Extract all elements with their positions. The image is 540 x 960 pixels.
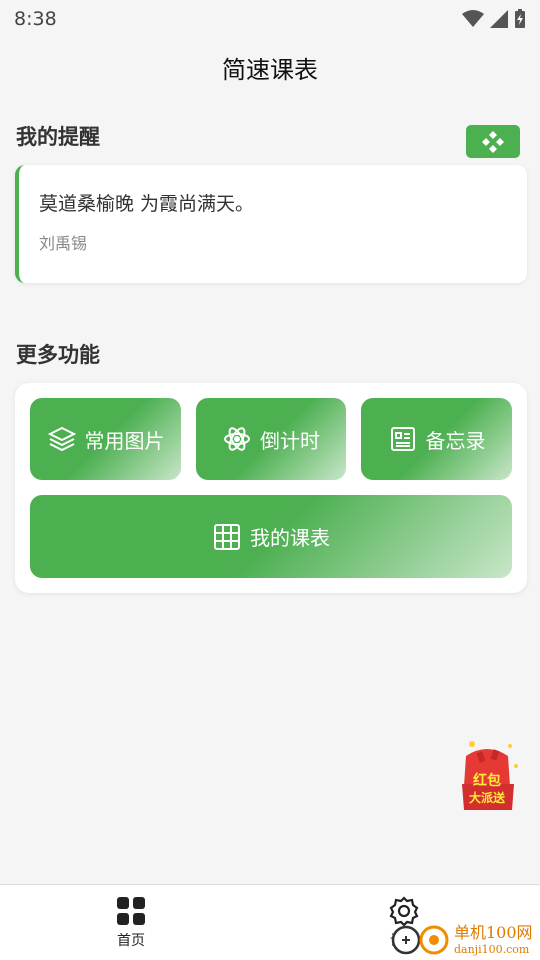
watermark-text: 单机100网 danji100.com [454,919,533,956]
my-schedule-label: 我的课表 [250,526,330,550]
status-time: 8:38 [14,8,57,30]
reminder-quote: 莫道桑榆晚 为霞尚满天。 [39,193,255,215]
watermark-cn: 单机100网 [454,923,533,942]
nav-home[interactable]: 首页 [115,895,147,950]
promo-line1: 红包 [473,773,501,789]
reminder-card[interactable]: 莫道桑榆晚 为霞尚满天。 刘禹锡 [15,165,527,283]
watermark-url: danji100.com [454,943,530,956]
nav-home-label: 首页 [117,933,145,949]
common-images-label: 常用图片 [84,428,165,453]
status-icons [462,9,526,29]
status-bar: 8:38 [0,0,540,38]
common-images-button[interactable]: 常用图片 [30,398,181,480]
reminder-author: 刘禹锡 [39,234,88,253]
countdown-button[interactable]: 倒计时 [196,398,346,480]
home-grid-icon [117,897,145,925]
promo-line2: 大派送 [468,791,505,805]
wifi-icon [462,10,484,27]
memo-button[interactable]: 备忘录 [361,398,512,480]
watermark: 单机100网 danji100.com [388,915,540,960]
countdown-label: 倒计时 [260,428,320,453]
atom-icon [224,427,250,451]
memo-icon [390,427,415,451]
features-section-title: 更多功能 [16,343,100,367]
app-title: 简速课表 [222,56,318,84]
watermark-logo-icon [391,925,449,954]
grid-icon [214,523,240,550]
reminders-section-title: 我的提醒 [16,125,100,149]
layers-icon [47,426,76,452]
memo-label: 备忘录 [425,428,486,453]
diamond-dots-icon [482,130,504,153]
signal-icon [490,10,508,28]
features-card: 常用图片 倒计时 备忘录 我的课表 [15,383,527,593]
reminder-options-button[interactable] [466,125,520,158]
my-schedule-button[interactable]: 我的课表 [30,495,512,578]
red-packet-promo[interactable]: 红包 大派送 [452,736,522,812]
battery-icon [515,9,525,28]
